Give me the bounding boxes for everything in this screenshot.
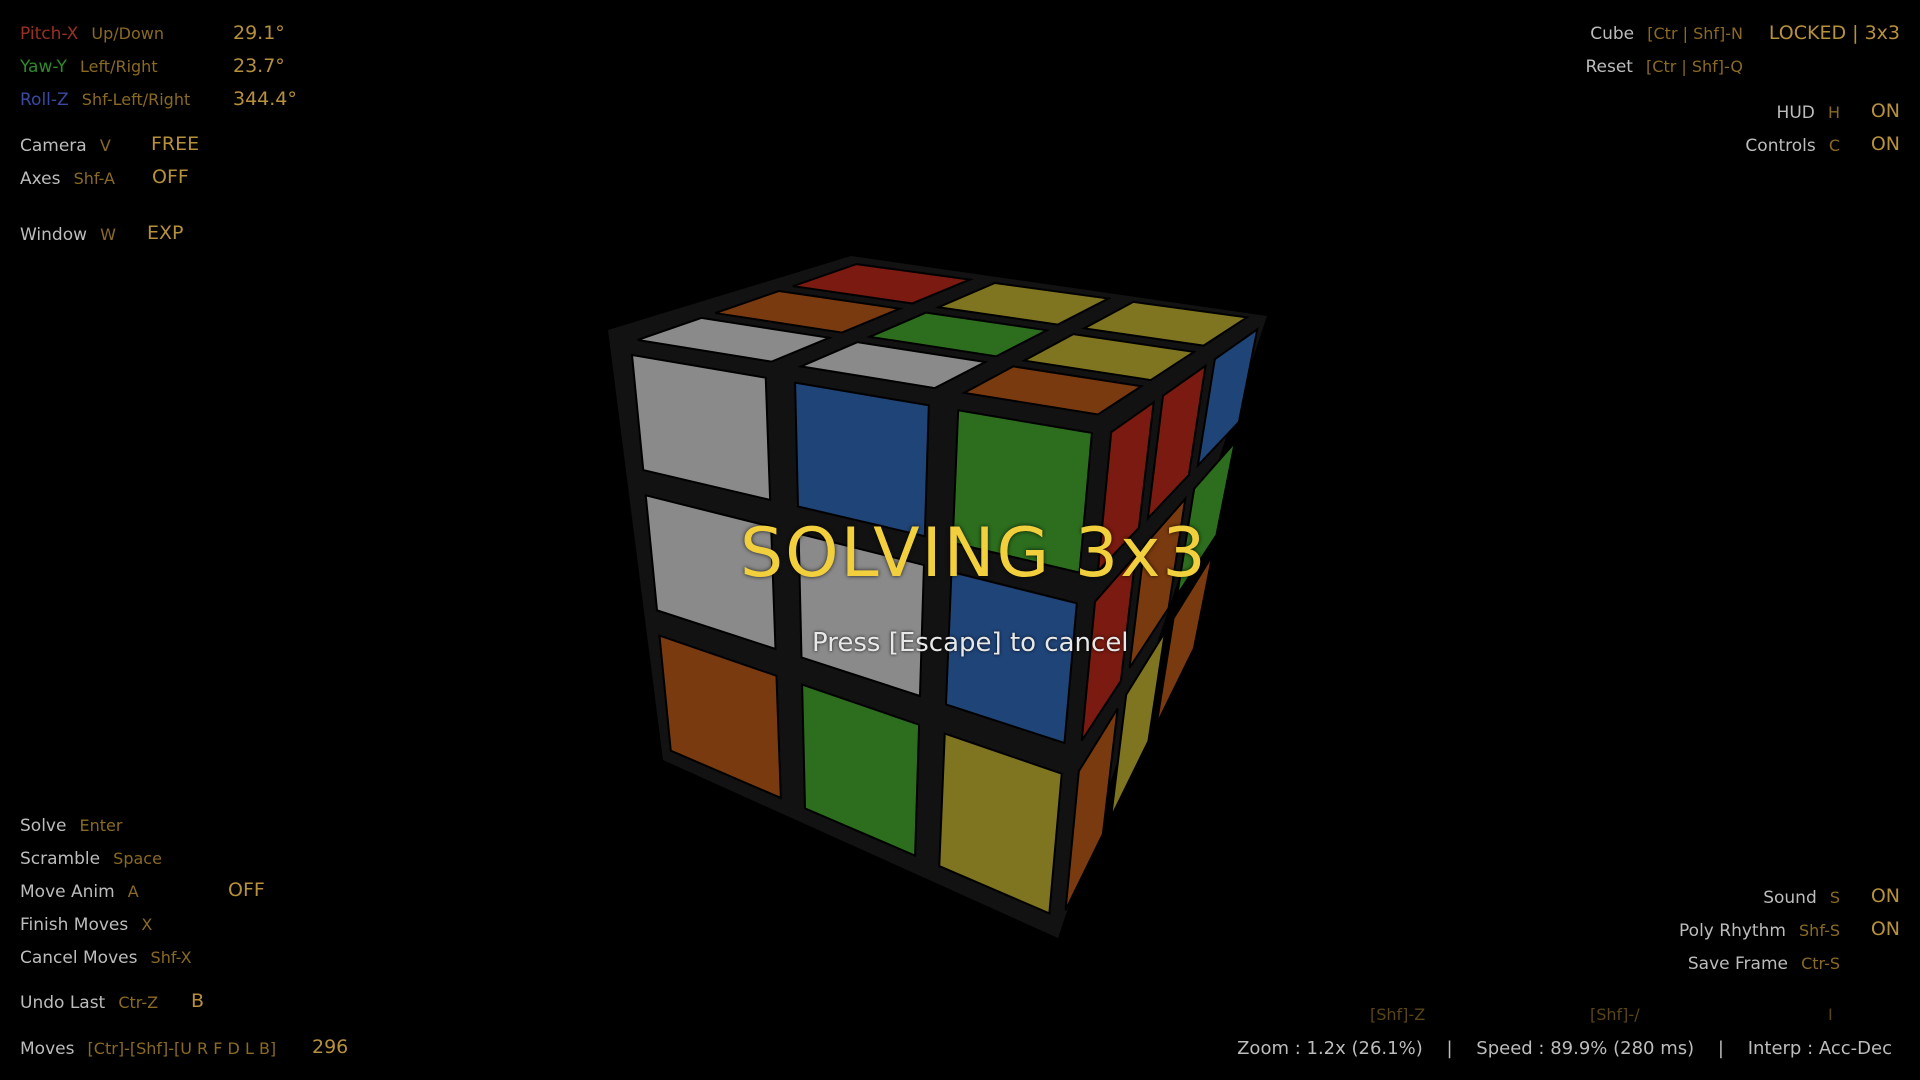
save-frame-row[interactable]: Save Frame Ctr-S — [1688, 954, 1840, 974]
camera-key: V — [99, 136, 111, 155]
undo-last-value: B — [191, 990, 205, 1012]
poly-rhythm-value: ON — [1870, 918, 1900, 940]
controls-value: ON — [1870, 133, 1900, 155]
controls-key: C — [1828, 136, 1840, 155]
poly-rhythm-label: Poly Rhythm — [1679, 921, 1786, 941]
undo-last-row[interactable]: Undo Last Ctr-Z — [20, 993, 158, 1013]
solving-title: SOLVING 3x3 — [740, 514, 1208, 593]
cube-status: LOCKED | 3x3 — [1768, 22, 1900, 44]
move-anim-label: Move Anim — [20, 882, 115, 902]
move-anim-value: OFF — [228, 879, 265, 901]
zoom-status[interactable]: Zoom : 1.2x (26.1%) — [1237, 1038, 1423, 1059]
cube-keys: [Ctr | Shf]-N — [1647, 24, 1743, 43]
window-label: Window — [20, 225, 88, 245]
escape-hint: Press [Escape] to cancel — [812, 628, 1129, 658]
reset-keys: [Ctr | Shf]-Q — [1646, 57, 1743, 76]
status-separator: | — [1446, 1038, 1453, 1059]
hud-label: HUD — [1776, 103, 1815, 123]
window-key: W — [100, 225, 116, 244]
cancel-moves-label: Cancel Moves — [20, 948, 138, 968]
speed-key-hint: [Shf]-/ — [1590, 1005, 1640, 1024]
scramble-row[interactable]: Scramble Space — [20, 849, 162, 869]
interp-key-hint: I — [1828, 1005, 1833, 1024]
move-anim-key: A — [127, 882, 139, 901]
status-separator: | — [1717, 1038, 1724, 1059]
save-frame-key: Ctr-S — [1801, 954, 1840, 973]
finish-moves-key: X — [141, 915, 153, 934]
axes-row[interactable]: Axes Shf-A — [20, 169, 115, 189]
undo-last-label: Undo Last — [20, 993, 106, 1013]
cube-label: Cube — [1590, 24, 1635, 44]
solve-key: Enter — [79, 816, 123, 835]
move-anim-row[interactable]: Move Anim A — [20, 882, 139, 902]
reset-row[interactable]: Reset [Ctr | Shf]-Q — [1585, 57, 1743, 77]
sound-key: S — [1829, 888, 1840, 907]
camera-row[interactable]: Camera V — [20, 136, 111, 156]
cube-row[interactable]: Cube [Ctr | Shf]-N — [1590, 24, 1743, 44]
hud-row[interactable]: HUD H — [1777, 103, 1840, 123]
scramble-label: Scramble — [20, 849, 101, 869]
zoom-key-hint: [Shf]-Z — [1370, 1005, 1426, 1024]
roll-axis-label: Roll-Z — [20, 90, 69, 110]
roll-value: 344.4° — [233, 88, 297, 110]
moves-row[interactable]: Moves [Ctr]-[Shf]-[U R F D L B] — [20, 1039, 276, 1059]
speed-status[interactable]: Speed : 89.9% (280 ms) — [1476, 1038, 1694, 1059]
save-frame-label: Save Frame — [1687, 954, 1788, 974]
undo-last-key: Ctr-Z — [118, 993, 159, 1012]
cancel-moves-row[interactable]: Cancel Moves Shf-X — [20, 948, 192, 968]
roll-row: Roll-Z Shf-Left/Right — [20, 90, 190, 110]
yaw-keys: Left/Right — [79, 57, 158, 76]
camera-value: FREE — [151, 133, 200, 155]
finish-moves-label: Finish Moves — [20, 915, 129, 935]
moves-label: Moves — [20, 1039, 75, 1059]
sound-row[interactable]: Sound S — [1763, 888, 1840, 908]
poly-rhythm-key: Shf-S — [1799, 921, 1840, 940]
sound-label: Sound — [1763, 888, 1817, 908]
controls-row[interactable]: Controls C — [1745, 136, 1840, 156]
yaw-axis-label: Yaw-Y — [20, 57, 67, 77]
solve-row[interactable]: Solve Enter — [20, 816, 122, 836]
pitch-axis-label: Pitch-X — [20, 24, 79, 44]
sound-value: ON — [1870, 885, 1900, 907]
pitch-row: Pitch-X Up/Down — [20, 24, 164, 44]
controls-label: Controls — [1745, 136, 1816, 156]
interp-status[interactable]: Interp : Acc-Dec — [1748, 1038, 1892, 1059]
window-value: EXP — [147, 222, 184, 244]
pitch-value: 29.1° — [233, 22, 285, 44]
finish-moves-row[interactable]: Finish Moves X — [20, 915, 152, 935]
axes-value: OFF — [152, 166, 189, 188]
camera-label: Camera — [20, 136, 87, 156]
axes-label: Axes — [20, 169, 61, 189]
axes-key: Shf-A — [73, 169, 115, 188]
hud-key: H — [1827, 103, 1840, 122]
pitch-keys: Up/Down — [91, 24, 165, 43]
moves-count: 296 — [312, 1036, 349, 1058]
reset-label: Reset — [1585, 57, 1633, 77]
scramble-key: Space — [113, 849, 162, 868]
roll-keys: Shf-Left/Right — [81, 90, 191, 109]
moves-key: [Ctr]-[Shf]-[U R F D L B] — [87, 1039, 277, 1058]
window-row[interactable]: Window W — [20, 225, 116, 245]
hud-value: ON — [1870, 100, 1900, 122]
poly-rhythm-row[interactable]: Poly Rhythm Shf-S — [1679, 921, 1840, 941]
status-bar: Zoom : 1.2x (26.1%) | Speed : 89.9% (280… — [1237, 1038, 1892, 1059]
yaw-row: Yaw-Y Left/Right — [20, 57, 158, 77]
yaw-value: 23.7° — [233, 55, 285, 77]
solve-label: Solve — [20, 816, 67, 836]
cancel-moves-key: Shf-X — [150, 948, 192, 967]
